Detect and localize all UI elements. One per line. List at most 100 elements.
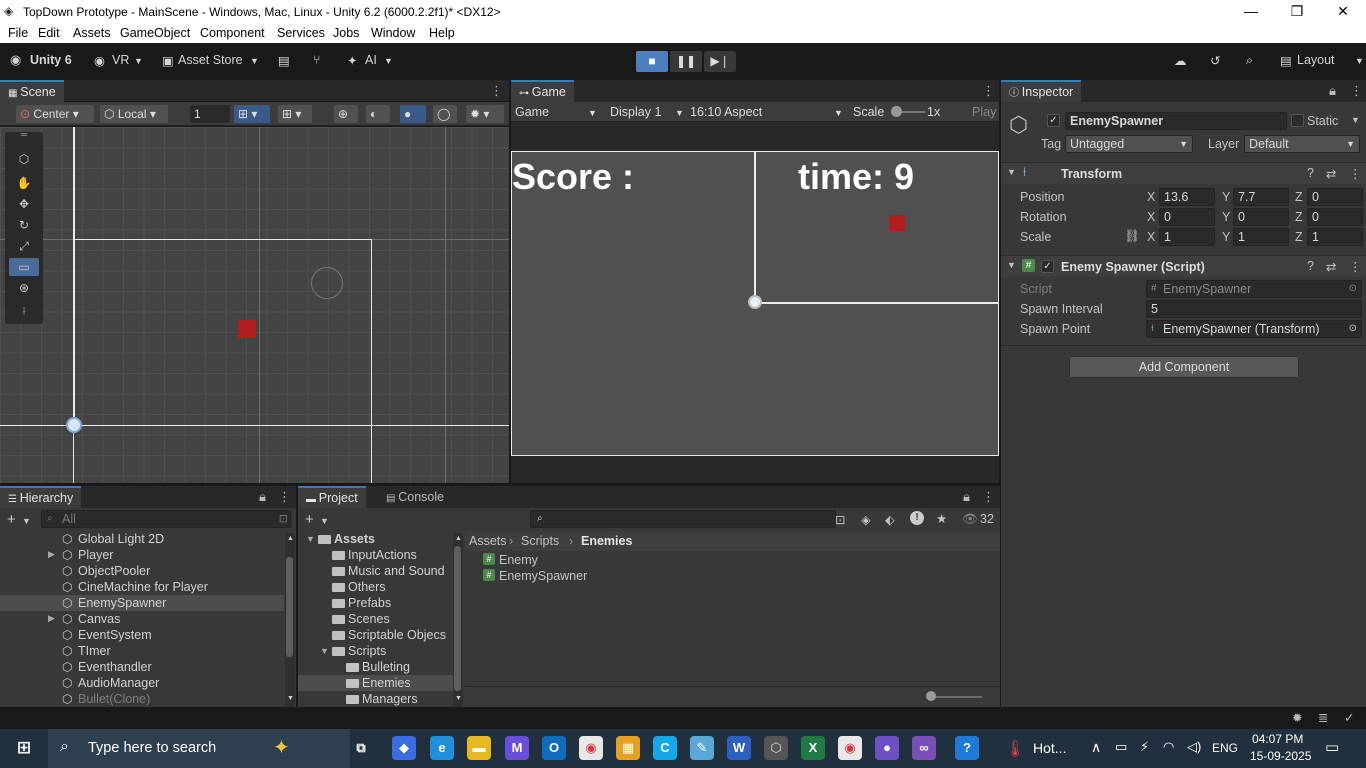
gizmos-icon[interactable]: ✹ ▾ (466, 105, 504, 123)
object-name-field[interactable]: EnemySpawner (1065, 112, 1287, 130)
scale-y-field[interactable]: 1 (1233, 228, 1289, 246)
show-hidden-icons-icon[interactable]: ∧ (1091, 739, 1101, 756)
ai-dropdown[interactable]: AI (365, 53, 377, 67)
light-gizmo[interactable] (311, 267, 343, 299)
pivot-dropdown[interactable]: ⊙ Center ▾ (16, 105, 94, 123)
version-control-icon[interactable]: ⑂ (313, 53, 321, 67)
layers-icon[interactable]: ≣ (1318, 710, 1328, 725)
project-search-input[interactable]: ⌕ (530, 510, 836, 528)
game-mode-dropdown[interactable]: Game (515, 105, 549, 119)
constrain-proportions-icon[interactable]: ⛓ (1124, 229, 1140, 244)
hierarchy-item[interactable]: ⬡ AudioManager (0, 675, 284, 691)
position-z-field[interactable]: 0 (1307, 188, 1363, 206)
add-component-button[interactable]: Add Component (1069, 356, 1299, 378)
draw-mode-icon[interactable]: ⊕ (334, 105, 358, 123)
move-tool-icon[interactable]: ✥ (9, 195, 39, 213)
hierarchy-item[interactable]: ▶ ⬡ Canvas (0, 611, 284, 627)
tab-scene[interactable]: ▦ Scene (0, 80, 64, 102)
cloud-icon[interactable]: ☁ (1174, 53, 1187, 68)
layout-dropdown[interactable]: Layout (1297, 53, 1335, 67)
project-folder-item[interactable]: Bulleting (298, 659, 456, 675)
position-x-field[interactable]: 13.6 (1159, 188, 1215, 206)
menu-assets[interactable]: Assets (73, 26, 111, 40)
m365-icon[interactable]: M (505, 736, 529, 760)
lock-icon[interactable]: 🔒︎ (259, 489, 266, 505)
scrollbar-thumb[interactable] (454, 546, 461, 691)
hierarchy-item[interactable]: ⬡ CineMachine for Player (0, 579, 284, 595)
favorite-icon[interactable]: ★ (936, 511, 947, 526)
panel-menu-icon[interactable]: ⋮ (278, 489, 291, 505)
menu-jobs[interactable]: Jobs (333, 26, 359, 40)
panel-menu-icon[interactable]: ⋮ (490, 83, 503, 99)
unity-hub-icon[interactable]: ⬡ (764, 736, 788, 760)
clock-date[interactable]: 15-09-2025 (1250, 749, 1311, 763)
visual-studio-icon[interactable]: ∞ (912, 736, 936, 760)
spawn-point-field[interactable]: ⟊ EnemySpawner (Transform) ⊙ (1146, 320, 1362, 338)
maximize-button[interactable]: ❐ (1274, 0, 1320, 23)
tag-dropdown[interactable]: Untagged ▼ (1065, 135, 1193, 153)
scrollbar-thumb[interactable] (286, 557, 293, 657)
search-by-type-icon[interactable]: ⊡ (835, 512, 845, 527)
hierarchy-item[interactable]: ⬡ Global Light 2D (0, 531, 284, 547)
icon-size-slider-thumb[interactable] (926, 691, 936, 701)
enemy-sprite[interactable] (238, 320, 256, 338)
preset-icon[interactable]: ⇄ (1326, 166, 1336, 181)
label-filter-icon[interactable]: ⬖ (885, 512, 895, 527)
project-folder-item[interactable]: Others (298, 579, 456, 595)
menu-component[interactable]: Component (200, 26, 265, 40)
aspect-dropdown[interactable]: 16:10 Aspect (690, 105, 762, 119)
app-icon[interactable]: C (653, 736, 677, 760)
player-sprite[interactable] (66, 417, 82, 433)
tab-console[interactable]: ▤ Console (378, 486, 452, 508)
project-folder-item[interactable]: ▼ Assets (298, 531, 456, 547)
active-checkbox[interactable]: ✓ (1047, 114, 1060, 127)
check-icon[interactable]: ✓ (1344, 710, 1354, 725)
chevron-down-icon[interactable]: ▼ (22, 516, 31, 526)
component-enabled-checkbox[interactable]: ✓ (1041, 260, 1054, 273)
panel-menu-icon[interactable]: ⋮ (982, 489, 995, 505)
drag-handle-icon[interactable]: ═ (9, 131, 39, 140)
chrome-icon[interactable]: ◉ (579, 736, 603, 760)
chevron-down-icon[interactable]: ▼ (1351, 115, 1360, 125)
project-folder-item[interactable]: Managers (298, 691, 456, 707)
breadcrumb-assets[interactable]: Assets (469, 534, 507, 548)
component-menu-icon[interactable]: ⋮ (1349, 259, 1362, 274)
tab-hierarchy[interactable]: ☰ Hierarchy (0, 486, 82, 508)
scale-z-field[interactable]: 1 (1307, 228, 1363, 246)
add-icon[interactable]: + (7, 511, 16, 528)
scale-x-field[interactable]: 1 (1159, 228, 1215, 246)
menu-edit[interactable]: Edit (38, 26, 60, 40)
view-cube-icon[interactable]: ⬡ (9, 150, 39, 168)
panel-menu-icon[interactable]: ⋮ (1350, 83, 1363, 99)
object-picker-icon[interactable]: ⊙ (1349, 321, 1357, 337)
menu-window[interactable]: Window (371, 26, 415, 40)
menu-gameobject[interactable]: GameObject (120, 26, 190, 40)
clock-time[interactable]: 04:07 PM (1252, 732, 1303, 746)
transform-header[interactable]: ▼ ⟊ Transform ? ⇄ ⋮ (1001, 162, 1366, 184)
component-menu-icon[interactable]: ⋮ (1349, 166, 1362, 181)
minimize-button[interactable]: — (1228, 0, 1274, 23)
breadcrumb-scripts[interactable]: Scripts (521, 534, 559, 548)
unity-account-icon[interactable]: ◉ (10, 52, 21, 68)
lock-icon[interactable]: 🔒︎ (1329, 83, 1336, 99)
hierarchy-item[interactable]: ⬡ EventSystem (0, 627, 284, 643)
outlook-icon[interactable]: O (542, 736, 566, 760)
step-button[interactable]: ▶❘ (704, 51, 736, 72)
2d-mode-icon[interactable]: ● (400, 105, 426, 123)
store-app-icon[interactable]: ▦ (616, 736, 640, 760)
pause-button[interactable]: ❚❚ (670, 51, 702, 72)
panel-menu-icon[interactable]: ⋮ (982, 83, 995, 99)
display-dropdown[interactable]: Display 1 (610, 105, 661, 119)
filter-type-icon[interactable]: ◈ (861, 512, 871, 527)
breadcrumb-enemies[interactable]: Enemies (581, 534, 632, 548)
hierarchy-item[interactable]: ⬡ Eventhandler (0, 659, 284, 675)
hierarchy-item[interactable]: ⬡ ObjectPooler (0, 563, 284, 579)
chrome-profile-icon[interactable]: ◉ (838, 736, 862, 760)
close-button[interactable]: ✕ (1320, 0, 1366, 23)
copilot-icon[interactable]: ◆ (392, 736, 416, 760)
project-folder-item[interactable]: ▼ Scripts (298, 643, 456, 659)
grid-snap-icon[interactable]: ⊞ ▾ (234, 105, 270, 123)
tab-game[interactable]: ⊶ Game (511, 80, 574, 102)
volume-icon[interactable]: ◁) (1187, 739, 1201, 755)
wifi-icon[interactable]: ◠ (1163, 739, 1174, 755)
